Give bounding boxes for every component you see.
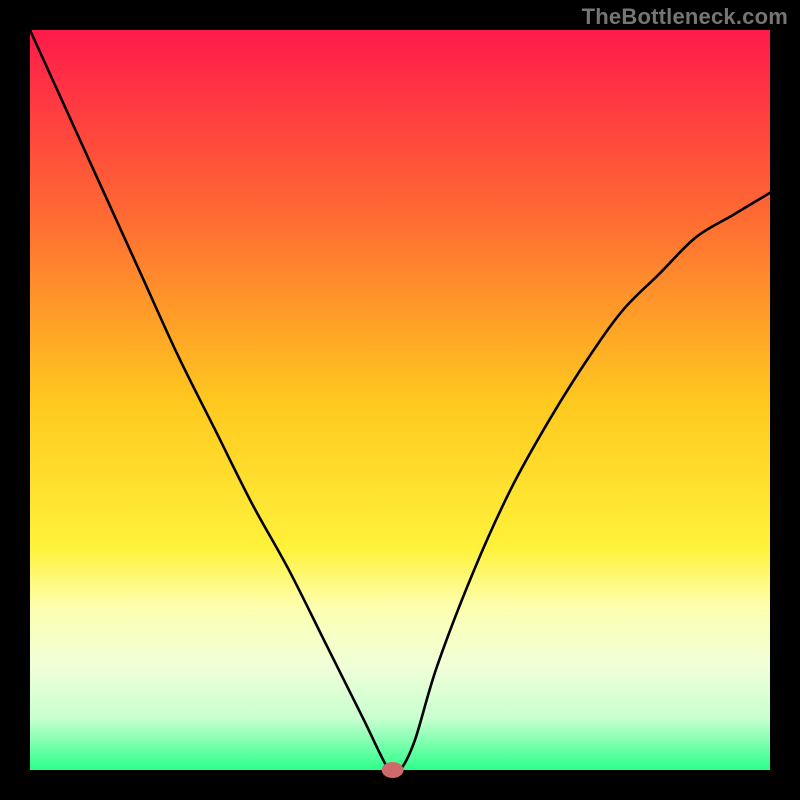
plot-background: [30, 30, 770, 770]
attribution-label: TheBottleneck.com: [582, 4, 788, 30]
optimal-point-marker: [382, 762, 404, 778]
bottleneck-chart: TheBottleneck.com: [0, 0, 800, 800]
chart-canvas: [0, 0, 800, 800]
